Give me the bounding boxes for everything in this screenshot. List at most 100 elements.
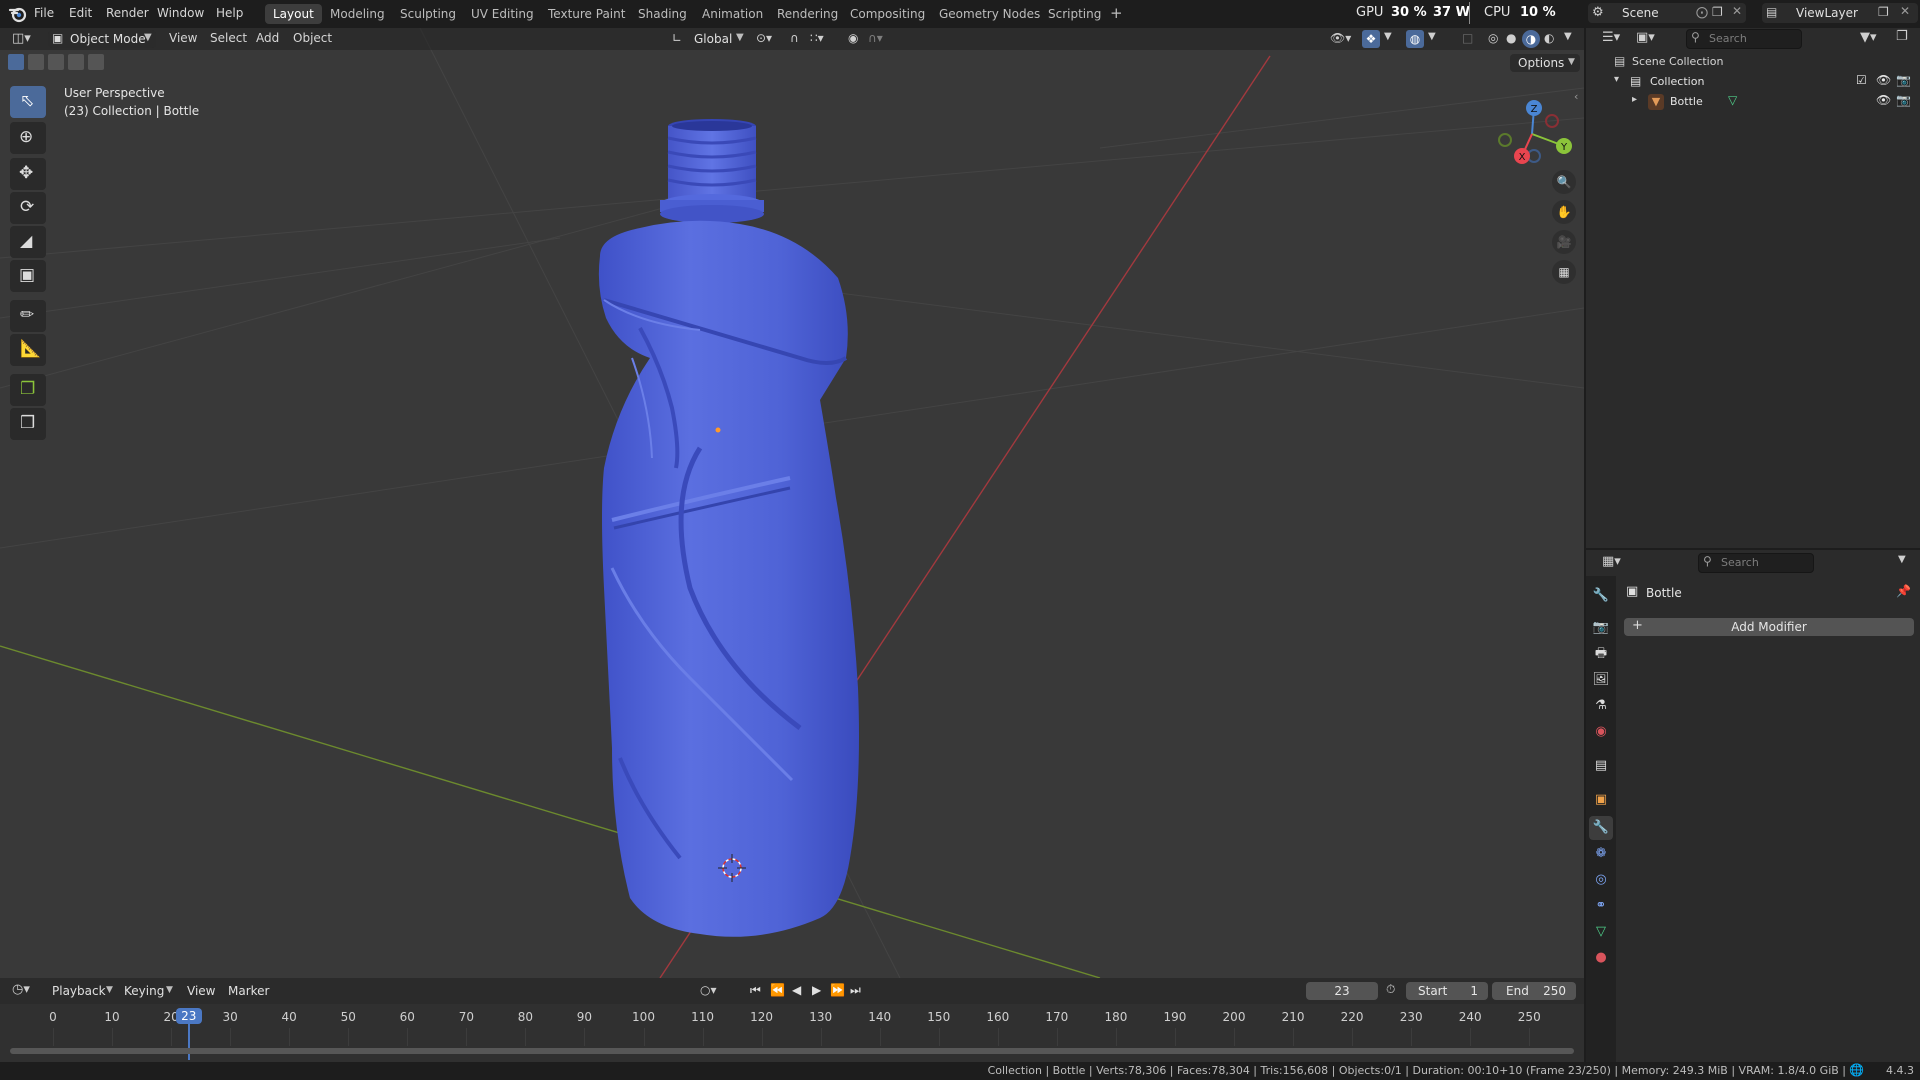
properties-editor-type-icon[interactable]: ▦▾ [1602,554,1621,569]
chevron-down-icon[interactable]: ▼ [1428,31,1436,42]
outliner-row-bottle[interactable]: ▸ ▼ Bottle ▽ 👁 📷 [1586,92,1920,112]
timeline-scrollbar[interactable] [10,1048,1574,1054]
move-tool[interactable]: ✥ [10,158,46,190]
options-dropdown[interactable]: Options ▼ [1510,54,1580,72]
pin-icon[interactable]: 📌 [1896,584,1911,598]
material-preview-shading-icon[interactable]: ◑ [1522,30,1540,48]
add-modifier-button[interactable]: + Add Modifier [1624,618,1914,636]
navigation-gizmo[interactable]: Z Y X [1492,86,1572,166]
ortho-grid-icon[interactable]: ▦ [1552,260,1576,284]
snap-icon[interactable]: ∩ [790,31,799,45]
exclude-checkbox-icon[interactable]: ☑ [1856,73,1867,87]
network-globe-icon[interactable]: 🌐 [1849,1063,1864,1077]
view-layer-selector[interactable]: ▤ ViewLayer ❐ ✕ [1762,3,1918,23]
zoom-icon[interactable]: 🔍 [1552,170,1576,194]
select-invert-icon[interactable] [68,54,84,70]
transform-tool[interactable]: ▣ [10,260,46,292]
cursor-tool[interactable]: ⊕ [10,122,46,154]
menu-view[interactable]: View [169,31,197,45]
render-icon[interactable]: 📷 [1589,616,1613,640]
add-cube-tool[interactable]: ❐ [10,374,46,406]
properties-search-field[interactable]: ⚲ Search [1698,553,1814,573]
falloff-icon[interactable]: ∩▾ [868,31,883,45]
object-mode-dropdown[interactable]: ▣ Object Mode ▼ [48,30,156,48]
physics-icon[interactable]: ◎ [1589,868,1613,892]
pan-hand-icon[interactable]: ✋ [1552,200,1576,224]
render-camera-icon[interactable]: 📷 [1896,73,1911,87]
view-layer-icon[interactable]: 🖼 [1589,668,1613,692]
expand-chevron-icon[interactable]: ▸ [1632,94,1637,105]
select-box-tool[interactable]: ⬁ [10,86,46,118]
tab-layout[interactable]: Layout [265,4,322,24]
menu-object[interactable]: Object [293,31,332,45]
rotate-tool[interactable]: ⟳ [10,192,46,224]
measure-tool[interactable]: 📐 [10,334,46,366]
render-camera-icon[interactable]: 📷 [1896,93,1911,107]
outliner-row-collection[interactable]: ▾ ▤ Collection ☑ 👁 📷 [1586,72,1920,92]
collection-icon[interactable]: ▤ [1589,754,1613,778]
output-icon[interactable]: 🖶 [1589,642,1613,666]
eye-icon[interactable]: 👁 [1876,93,1891,107]
editor-type-icon[interactable]: ◫▾ [12,31,31,46]
camera-view-icon[interactable]: 🎥 [1552,230,1576,254]
select-extend-icon[interactable] [28,54,44,70]
tab-compositing[interactable]: Compositing [842,4,933,24]
display-mode-icon[interactable]: ▣▾ [1636,30,1655,45]
new-scene-icon[interactable]: ❐ [1712,5,1723,19]
outliner-search-field[interactable]: ⚲ Search [1686,29,1802,49]
world-icon[interactable]: ◉ [1589,720,1613,744]
tab-sculpting[interactable]: Sculpting [392,4,464,24]
select-intersect-icon[interactable] [88,54,104,70]
mesh-data-icon[interactable]: ▽ [1728,93,1737,107]
menu-select[interactable]: Select [210,31,247,45]
menu-help[interactable]: Help [216,6,243,20]
outliner-row-scene-collection[interactable]: ▤ Scene Collection [1586,52,1920,72]
menu-window[interactable]: Window [157,6,204,20]
chevron-down-icon[interactable]: ▼ [1564,31,1572,42]
blender-logo-icon[interactable] [8,4,28,24]
tab-texture-paint[interactable]: Texture Paint [540,4,633,24]
chevron-down-icon[interactable]: ▼ [1898,554,1906,565]
menu-render[interactable]: Render [106,6,149,20]
tab-uv-editing[interactable]: UV Editing [463,4,542,24]
tool-icon[interactable]: 🔧 [1589,584,1613,608]
gizmo-toggle-icon[interactable]: ❖ [1362,30,1380,48]
solid-shading-icon[interactable]: ● [1506,31,1516,45]
scene-selector[interactable]: ⚙ Scene ⨀ ❐ ✕ [1588,3,1746,23]
menu-edit[interactable]: Edit [69,6,92,20]
new-view-layer-icon[interactable]: ❐ [1878,5,1889,19]
material-icon[interactable]: ● [1589,946,1613,970]
delete-scene-icon[interactable]: ✕ [1732,4,1742,18]
delete-view-layer-icon[interactable]: ✕ [1900,4,1910,18]
chevron-down-icon[interactable]: ▼ [1384,31,1392,42]
data-icon[interactable]: ▽ [1589,920,1613,944]
scale-tool[interactable]: ◢ [10,226,46,258]
select-new-icon[interactable] [8,54,24,70]
select-subtract-icon[interactable] [48,54,64,70]
tab-animation[interactable]: Animation [694,4,771,24]
particles-icon[interactable]: ❁ [1589,842,1613,866]
new-collection-icon[interactable]: ❐ [1896,29,1908,44]
sidebar-toggle-icon[interactable]: ‹ [1574,90,1578,103]
annotate-tool[interactable]: ✏ [10,300,46,332]
add-object-tool[interactable]: ❒ [10,408,46,440]
filter-icon[interactable]: ▼▾ [1860,30,1877,45]
tab-geometry-nodes[interactable]: Geometry Nodes [931,4,1048,24]
tab-scripting[interactable]: Scripting [1040,4,1109,24]
pivot-point-icon[interactable]: ⊙▾ [756,31,772,45]
scene-icon[interactable]: ⚗ [1589,694,1613,718]
playhead-frame-label[interactable]: 23 [175,1008,202,1024]
tab-shading[interactable]: Shading [630,4,695,24]
proportional-edit-icon[interactable]: ◉ [848,31,858,45]
transform-orientation-dropdown[interactable]: ∟ Global ▼ [670,30,748,48]
eye-icon[interactable]: 👁 [1876,73,1891,87]
modifier-icon[interactable]: 🔧 [1589,816,1613,840]
snap-target-icon[interactable]: ∷▾ [810,31,824,45]
menu-file[interactable]: File [34,6,54,20]
outliner-editor-type-icon[interactable]: ☰▾ [1602,30,1620,45]
menu-add[interactable]: Add [256,31,279,45]
rendered-shading-icon[interactable]: ◐ [1544,31,1554,45]
collapse-chevron-icon[interactable]: ▾ [1614,74,1619,85]
object-icon[interactable]: ▣ [1589,788,1613,812]
3d-viewport[interactable]: ◫▾ ▣ Object Mode ▼ View Select Add Objec… [0,28,1584,978]
